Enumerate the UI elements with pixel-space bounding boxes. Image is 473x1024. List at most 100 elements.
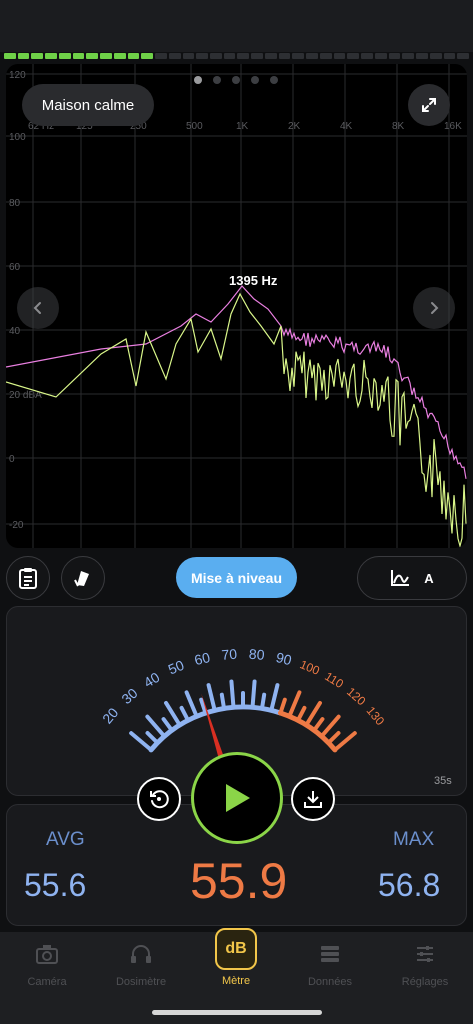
level-segment (361, 53, 373, 59)
tab-meter[interactable]: dB Mètre (191, 928, 281, 987)
gauge-tick (326, 731, 341, 745)
db-badge-text: dB (225, 940, 247, 957)
gauge-scale-label: 80 (248, 646, 265, 663)
level-segment (402, 53, 415, 59)
level-segment (17, 53, 30, 59)
max-value: 56.8 (378, 867, 441, 903)
camera-icon (36, 945, 58, 964)
gauge-scale-label: 50 (166, 657, 187, 678)
level-segment (429, 53, 442, 59)
gauge-tick (250, 679, 257, 710)
level-segment (72, 53, 85, 59)
level-segment (416, 53, 428, 59)
previous-page-button[interactable] (17, 287, 59, 329)
y-tick-label: 100 (9, 132, 26, 143)
gauge-scale-label: 20 (99, 704, 121, 726)
level-segment (292, 53, 305, 59)
gauge-scale-label: 40 (141, 669, 163, 691)
max-label: MAX (393, 829, 435, 850)
page-dot[interactable] (251, 76, 259, 84)
chevron-right-icon (431, 302, 439, 314)
y-tick-label: 0 (9, 454, 15, 465)
x-tick-label: 1K (236, 121, 249, 132)
y-tick-label: -20 (9, 520, 24, 531)
reset-button[interactable] (137, 777, 181, 821)
page-dot[interactable] (213, 76, 221, 84)
gauge-tick (145, 731, 160, 745)
avg-label: AVG (46, 829, 85, 850)
y-tick-label: 80 (9, 198, 21, 209)
level-segment (141, 53, 154, 59)
level-segment (347, 53, 360, 59)
level-segment (31, 53, 44, 59)
x-tick-label: 16K (444, 121, 462, 132)
upgrade-button[interactable]: Mise à niveau (176, 557, 297, 598)
tab-label: Caméra (27, 976, 67, 988)
x-tick-label: 8K (392, 121, 405, 132)
play-icon (226, 784, 250, 812)
x-tick-label: 500 (186, 121, 203, 132)
level-segment (100, 53, 112, 59)
level-segment (319, 53, 332, 59)
weighting-label: A (424, 570, 434, 586)
x-tick-label: 4K (340, 121, 353, 132)
level-segment (182, 53, 195, 59)
top-status-area (0, 0, 473, 52)
spectrum-analyzer[interactable]: 120 100 80 60 40 20 dBA 0 -20 62 Hz 125 250 500 1K 2K… (6, 64, 467, 548)
gauge-tick (179, 705, 191, 723)
page-dot[interactable] (232, 76, 240, 84)
chevron-left-icon (33, 302, 41, 314)
level-segment (127, 53, 140, 59)
gauge-tick (312, 717, 325, 733)
play-button[interactable] (191, 752, 283, 844)
level-segment (251, 53, 263, 59)
next-page-button[interactable] (413, 287, 455, 329)
tab-label: Dosimètre (115, 976, 167, 988)
tab-settings[interactable]: Réglages (380, 942, 470, 988)
level-segment (278, 53, 291, 59)
fullscreen-button[interactable] (408, 84, 450, 126)
level-segment (333, 53, 346, 59)
peak-frequency-label: 1395 Hz (229, 273, 278, 288)
level-segment (306, 53, 318, 59)
report-button[interactable] (6, 556, 50, 600)
download-icon (304, 791, 322, 808)
level-segment (155, 53, 167, 59)
tab-label: Données (307, 976, 353, 988)
level-indicator-bar (4, 53, 469, 59)
theme-button[interactable] (61, 556, 105, 600)
gauge-tick (219, 692, 227, 711)
preset-label-button[interactable]: Maison calme (22, 84, 154, 126)
level-segment (374, 53, 387, 59)
gauge-scale-label: 130 (364, 704, 388, 729)
gauge-tick (184, 690, 199, 719)
level-segment (223, 53, 236, 59)
level-segment (457, 53, 469, 59)
weighting-button[interactable]: A (357, 556, 467, 600)
gauge-tick (269, 683, 280, 713)
x-tick-label: 2K (288, 121, 301, 132)
tab-label: Mètre (221, 975, 251, 987)
gauge-scale-label: 60 (193, 649, 212, 668)
level-segment (86, 53, 99, 59)
gauge-scale-label: 110 (322, 669, 346, 691)
gauge-scale-label: 30 (118, 685, 140, 707)
gauge-scale-label: 120 (344, 685, 369, 709)
page-dot[interactable] (270, 76, 278, 84)
page-dot[interactable] (194, 76, 202, 84)
headphones-icon (131, 945, 151, 963)
level-segment (113, 53, 126, 59)
chart-curve-icon (391, 570, 410, 586)
save-button[interactable] (291, 777, 335, 821)
clipboard-icon (19, 568, 37, 589)
level-segment (45, 53, 57, 59)
gauge-scale-label: 70 (221, 646, 238, 663)
tab-camera[interactable]: Caméra (2, 942, 92, 988)
level-segment (443, 53, 456, 59)
gauge-scale-label: 100 (298, 657, 322, 678)
tab-data[interactable]: Données (285, 942, 375, 988)
spectrum-graph: 12010080604020 dBA0-2062 Hz 125 250 500 1K 2K… (6, 64, 467, 548)
gauge-tick (161, 717, 174, 733)
gauge-tick (287, 690, 302, 719)
tab-dosimeter[interactable]: Dosimètre (96, 942, 186, 988)
